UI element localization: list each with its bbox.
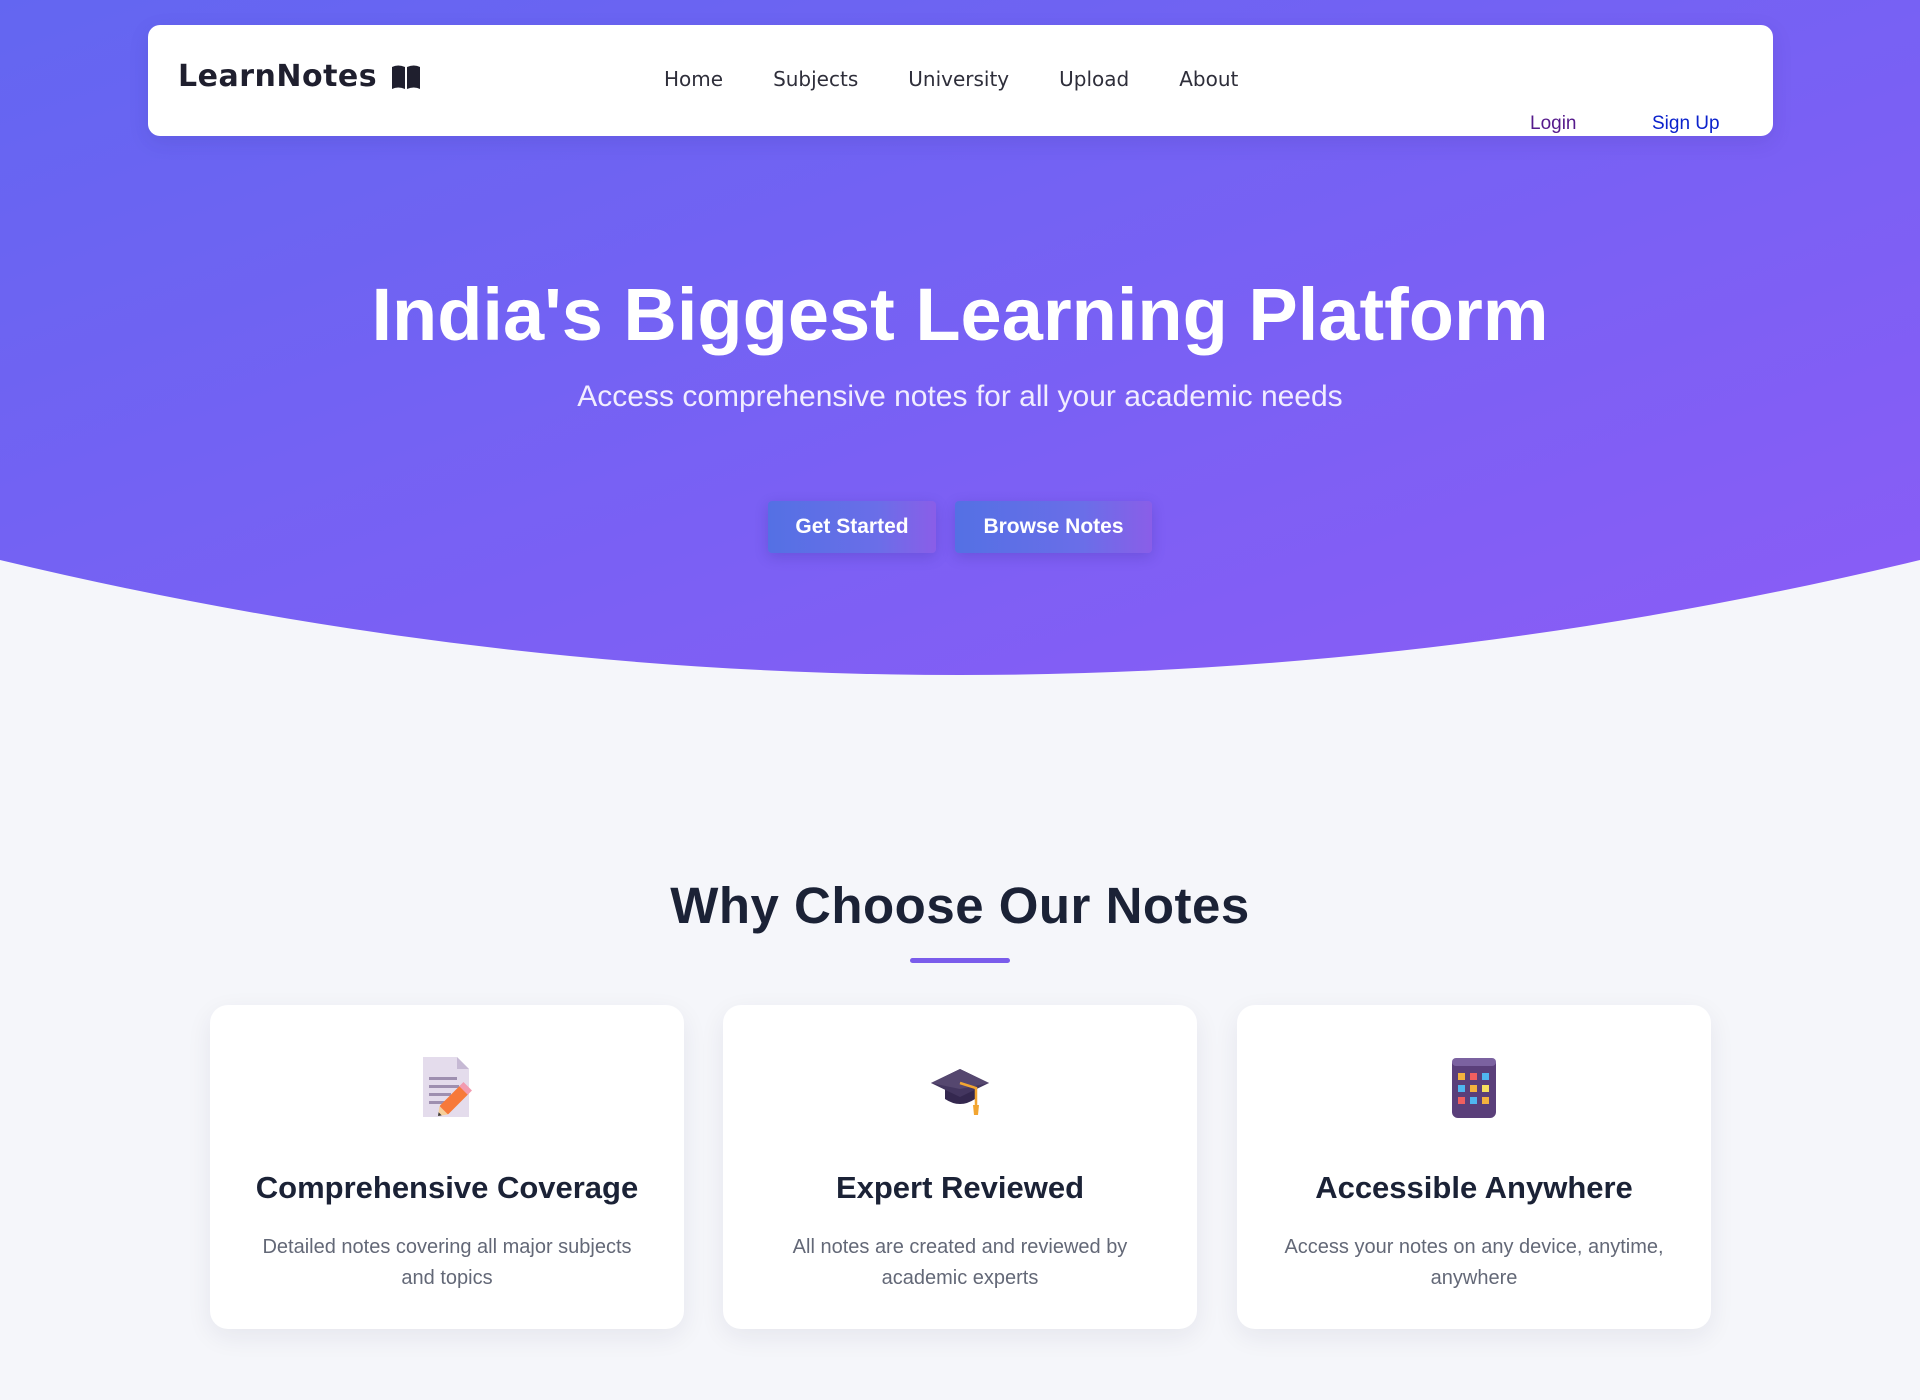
nav-links: Home Subjects University Upload About	[664, 67, 1288, 91]
features-title: Why Choose Our Notes	[670, 877, 1250, 934]
feature-card-description: Access your notes on any device, anytime…	[1284, 1236, 1664, 1289]
top-navbar: LearnNotes Home Subjects University Uplo…	[148, 25, 1773, 136]
nav-link-about[interactable]: About	[1179, 67, 1238, 91]
feature-card-title: Expert Reviewed	[835, 1170, 1085, 1205]
feature-card-title: Comprehensive Coverage	[255, 1170, 639, 1205]
login-link[interactable]: Login	[1530, 113, 1577, 135]
brand-logo[interactable]: LearnNotes	[178, 59, 421, 94]
feature-card-accessible: Accessible Anywhere Access your notes on…	[1237, 1005, 1711, 1329]
feature-card-coverage: Comprehensive Coverage Detailed notes co…	[210, 1005, 684, 1329]
memo-pencil-icon	[423, 1057, 472, 1117]
browse-notes-button[interactable]: Browse Notes	[955, 501, 1152, 553]
get-started-button[interactable]: Get Started	[768, 501, 936, 553]
hero-section: LearnNotes Home Subjects University Uplo…	[0, 0, 1920, 680]
feature-card-description: All notes are created and reviewed by ac…	[792, 1236, 1128, 1289]
nav-link-subjects[interactable]: Subjects	[773, 67, 858, 91]
mobile-device-icon	[1452, 1058, 1496, 1118]
brand-name: LearnNotes	[178, 59, 378, 94]
nav-link-home[interactable]: Home	[664, 67, 723, 91]
feature-card-title: Accessible Anywhere	[1315, 1170, 1633, 1205]
hero-subtitle: Access comprehensive notes for all your …	[577, 380, 1343, 413]
feature-card-expert: Expert Reviewed All notes are created an…	[723, 1005, 1197, 1329]
title-underline	[910, 958, 1010, 963]
signup-link[interactable]: Sign Up	[1652, 113, 1720, 135]
nav-link-upload[interactable]: Upload	[1059, 67, 1129, 91]
nav-link-university[interactable]: University	[908, 67, 1009, 91]
feature-card-description: Detailed notes covering all major subjec…	[262, 1236, 632, 1289]
graduation-cap-icon	[931, 1069, 989, 1115]
open-book-icon	[392, 65, 421, 89]
hero-title: India's Biggest Learning Platform	[371, 273, 1549, 356]
